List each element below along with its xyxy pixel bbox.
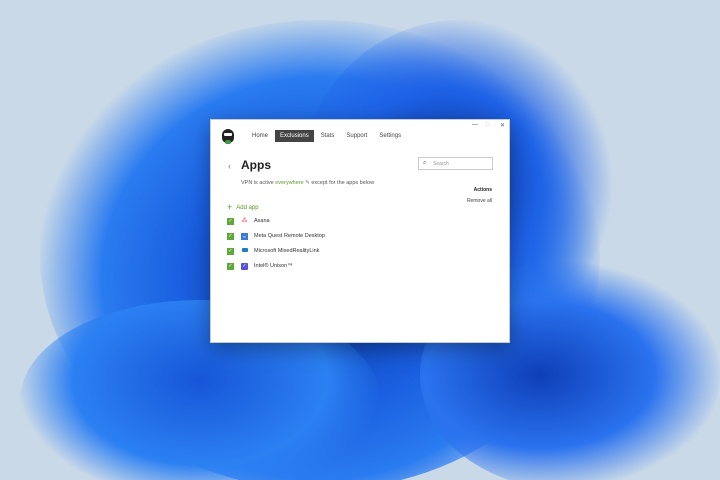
search-input[interactable]: ⌕ Search bbox=[418, 157, 493, 170]
status-prefix: VPN is active bbox=[241, 180, 274, 186]
search-placeholder: Search bbox=[433, 161, 449, 167]
search-icon: ⌕ bbox=[423, 160, 427, 166]
asana-icon: ⁂ bbox=[241, 217, 248, 224]
everywhere-link[interactable]: everywhere bbox=[275, 180, 303, 186]
app-row: ✓ ∞ Meta Quest Remote Desktop bbox=[227, 231, 325, 241]
maximize-button[interactable]: □ bbox=[486, 122, 490, 128]
remove-all-button[interactable]: Remove all bbox=[467, 198, 492, 204]
intel-unison-icon: ✓ bbox=[241, 262, 248, 270]
close-button[interactable]: ✕ bbox=[500, 122, 505, 129]
app-checkbox[interactable]: ✓ bbox=[227, 232, 234, 240]
app-row: ✓ ✓ Intel® Unison™ bbox=[227, 261, 293, 271]
app-checkbox[interactable]: ✓ bbox=[227, 262, 234, 270]
mixed-reality-icon bbox=[241, 247, 248, 255]
app-name: Asana bbox=[254, 218, 270, 224]
app-logo-icon bbox=[222, 129, 234, 144]
app-row: ✓ ⁂ Asana bbox=[227, 216, 270, 226]
tab-support[interactable]: Support bbox=[341, 130, 372, 142]
edit-icon[interactable]: ✎ bbox=[305, 180, 310, 186]
meta-quest-icon: ∞ bbox=[241, 232, 248, 240]
top-nav: Home Exclusions Stats Support Settings bbox=[247, 130, 406, 142]
tab-exclusions[interactable]: Exclusions bbox=[275, 130, 314, 142]
app-name: Meta Quest Remote Desktop bbox=[254, 233, 325, 239]
app-checkbox[interactable]: ✓ bbox=[227, 247, 234, 255]
app-row: ✓ Microsoft MixedRealityLink bbox=[227, 246, 319, 256]
add-app-button[interactable]: + Add app bbox=[227, 202, 259, 212]
app-name: Microsoft MixedRealityLink bbox=[254, 248, 320, 254]
page-title: Apps bbox=[241, 158, 271, 172]
status-suffix: except for the apps below bbox=[311, 180, 375, 186]
tab-stats[interactable]: Stats bbox=[316, 130, 340, 142]
plus-icon: + bbox=[227, 202, 233, 212]
add-app-label: Add app bbox=[236, 205, 259, 211]
actions-header: Actions bbox=[473, 187, 492, 193]
tab-home[interactable]: Home bbox=[247, 130, 273, 142]
minimize-button[interactable]: — bbox=[472, 122, 478, 128]
vpn-app-window: Home Exclusions Stats Support Settings —… bbox=[210, 119, 510, 343]
app-name: Intel® Unison™ bbox=[254, 263, 293, 269]
back-chevron-icon[interactable]: ‹ bbox=[228, 161, 231, 171]
vpn-status-text: VPN is active everywhere ✎ except for th… bbox=[241, 180, 374, 186]
app-checkbox[interactable]: ✓ bbox=[227, 217, 234, 225]
tab-settings[interactable]: Settings bbox=[374, 130, 406, 142]
